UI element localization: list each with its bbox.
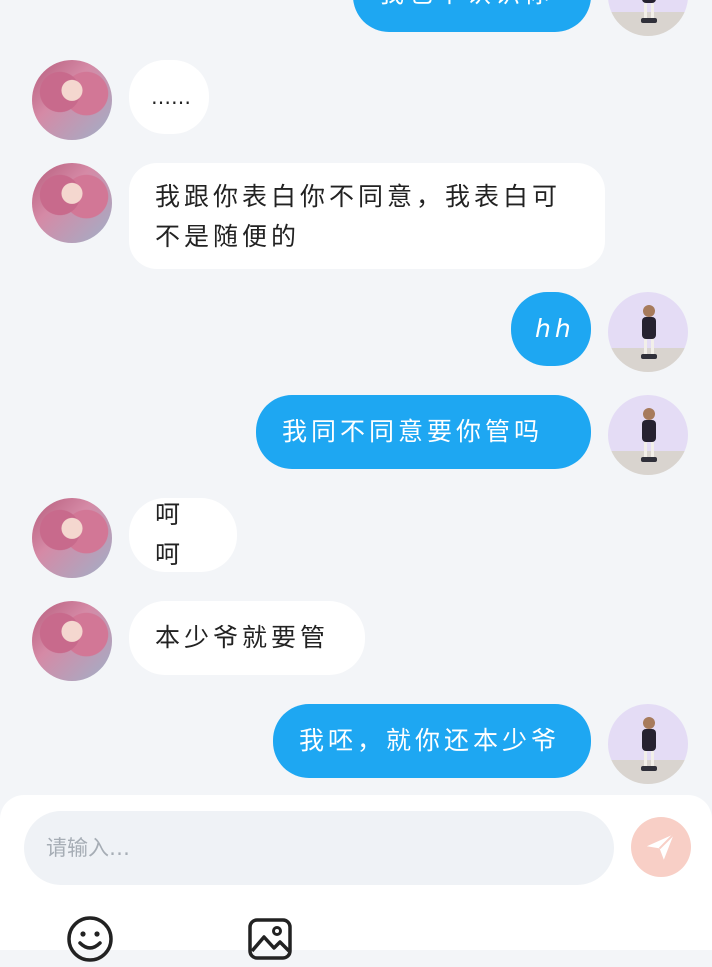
image-icon [248,918,292,960]
message-bubble[interactable]: hh [511,292,591,366]
chat-history[interactable]: 我也不认识你 …… 我跟你表白你不同意，我表白可 不是随便的 hh 我同不同意要… [0,0,712,795]
contact-avatar[interactable] [32,60,112,140]
emoji-icon [67,916,113,962]
user-avatar[interactable] [608,395,688,475]
message-bubble[interactable]: 我同不同意要你管吗 [256,395,591,469]
emoji-button[interactable] [66,915,114,967]
contact-avatar[interactable] [32,163,112,243]
message-bubble[interactable]: 我呸，就你还本少爷 [273,704,591,778]
message-input[interactable] [24,811,614,885]
send-button[interactable] [631,817,691,877]
contact-avatar[interactable] [32,601,112,681]
message-line: 我跟你表白你不同意，我表白可 [155,182,562,211]
contact-avatar[interactable] [32,498,112,578]
message-composer [0,795,712,962]
user-avatar[interactable] [608,0,688,36]
message-line: 不是随便的 [155,222,301,251]
message-bubble[interactable]: 我跟你表白你不同意，我表白可 不是随便的 [129,163,605,269]
image-button[interactable] [246,915,294,967]
message-bubble[interactable]: 呵呵 [129,498,237,572]
user-avatar[interactable] [608,704,688,784]
paper-plane-icon [646,833,675,860]
message-bubble[interactable]: …… [129,60,209,134]
user-avatar[interactable] [608,292,688,372]
message-bubble[interactable]: 我也不认识你 [353,0,591,32]
message-bubble[interactable]: 本少爷就要管 [129,601,365,675]
